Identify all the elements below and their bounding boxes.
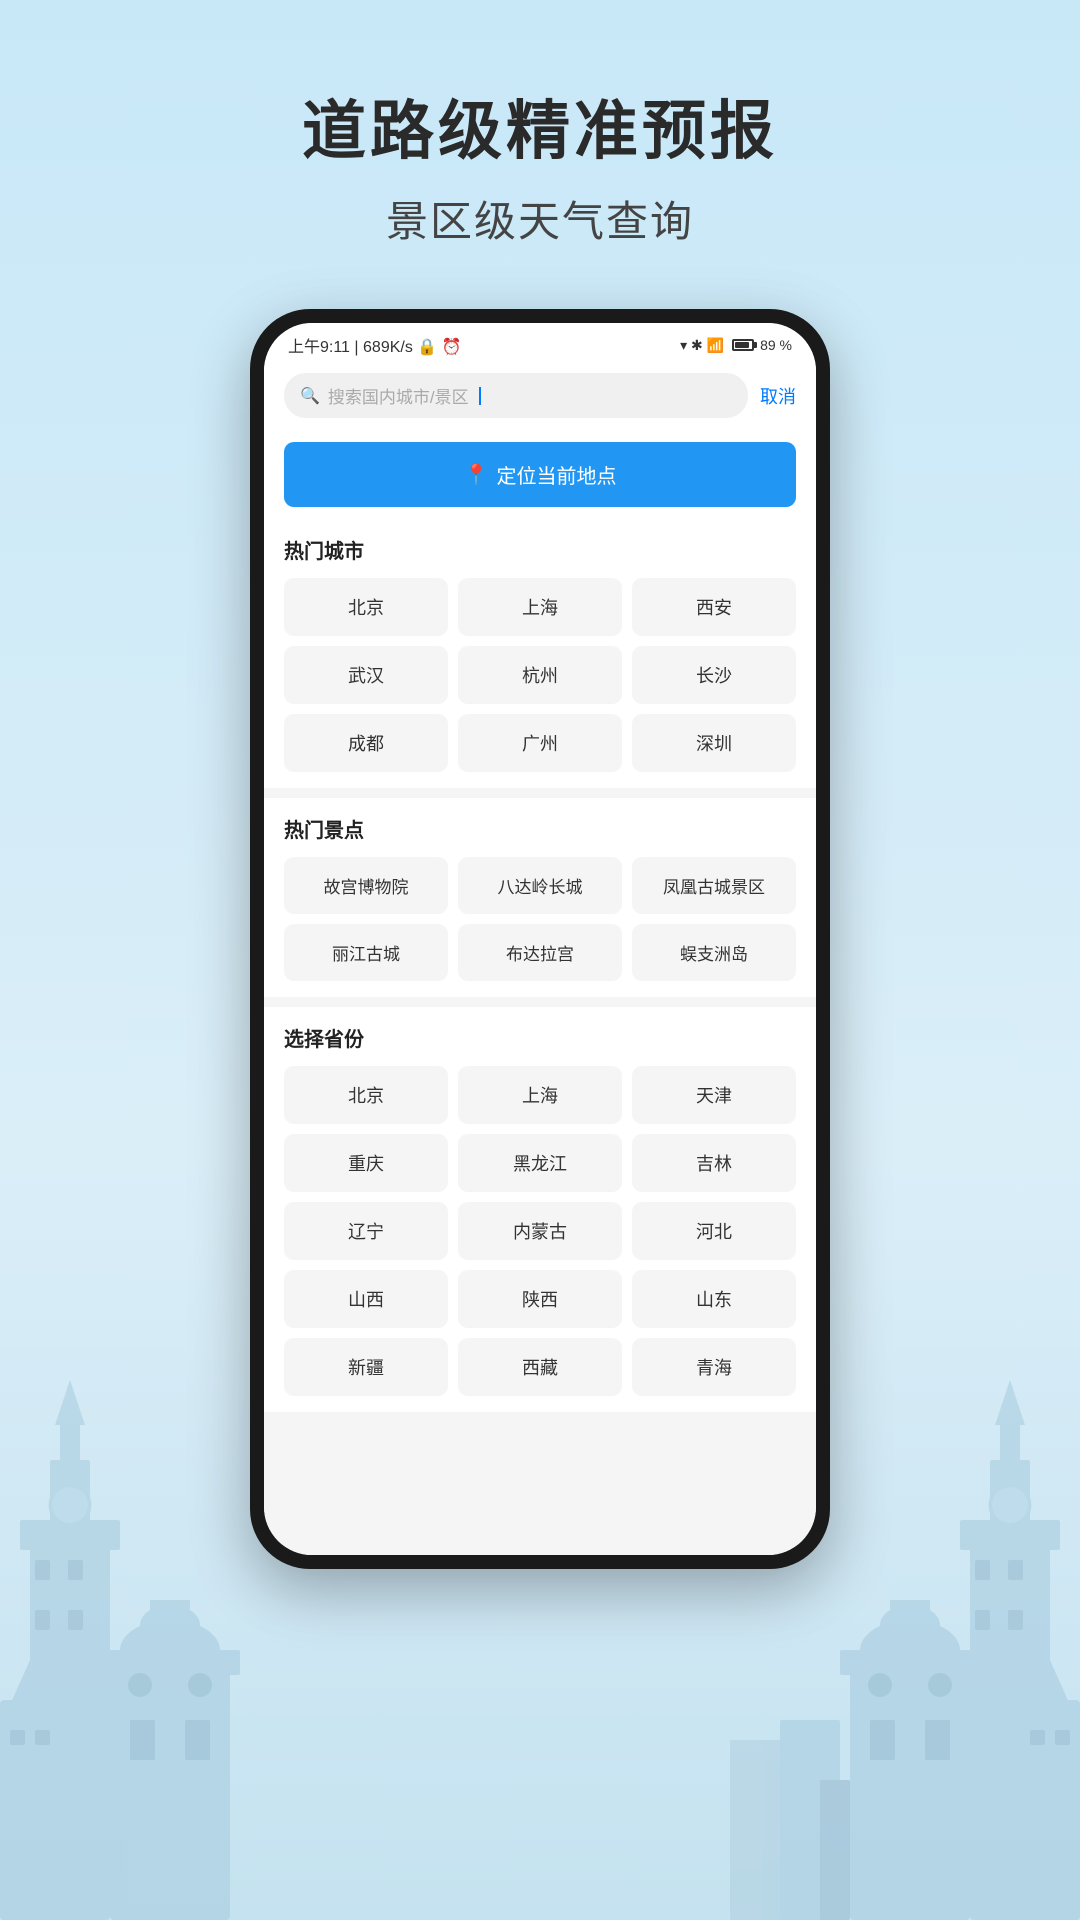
- scroll-content[interactable]: 热门城市 北京上海西安武汉杭州长沙成都广州深圳 热门景点 故宫博物院八达岭长城凤…: [264, 519, 816, 1555]
- province-item[interactable]: 北京: [284, 1066, 448, 1124]
- status-bar: 上午9:11 | 689K/s 🔒 ⏰ ▾ ✱ 📶 89 %: [264, 323, 816, 365]
- battery-icon: [732, 339, 754, 351]
- phone-screen: 上午9:11 | 689K/s 🔒 ⏰ ▾ ✱ 📶 89 % 🔍 搜索国内城市/…: [264, 323, 816, 1555]
- hot-scenic-section: 热门景点 故宫博物院八达岭长城凤凰古城景区丽江古城布达拉宫蜈支洲岛: [264, 798, 816, 997]
- search-input-wrapper[interactable]: 🔍 搜索国内城市/景区: [284, 373, 748, 418]
- province-item[interactable]: 青海: [632, 1338, 796, 1396]
- province-item[interactable]: 河北: [632, 1202, 796, 1260]
- province-item[interactable]: 山西: [284, 1270, 448, 1328]
- provinces-grid: 北京上海天津重庆黑龙江吉林辽宁内蒙古河北山西陕西山东新疆西藏青海: [284, 1066, 796, 1396]
- phone-mockup: 上午9:11 | 689K/s 🔒 ⏰ ▾ ✱ 📶 89 % 🔍 搜索国内城市/…: [0, 309, 1080, 1569]
- hot-city-item[interactable]: 深圳: [632, 714, 796, 772]
- province-item[interactable]: 黑龙江: [458, 1134, 622, 1192]
- hot-city-item[interactable]: 成都: [284, 714, 448, 772]
- header-section: 道路级精准预报 景区级天气查询: [0, 0, 1080, 289]
- province-item[interactable]: 新疆: [284, 1338, 448, 1396]
- hot-scenic-item[interactable]: 布达拉宫: [458, 924, 622, 981]
- hot-city-item[interactable]: 长沙: [632, 646, 796, 704]
- hot-cities-section: 热门城市 北京上海西安武汉杭州长沙成都广州深圳: [264, 519, 816, 788]
- province-item[interactable]: 山东: [632, 1270, 796, 1328]
- hot-city-item[interactable]: 杭州: [458, 646, 622, 704]
- province-item[interactable]: 陕西: [458, 1270, 622, 1328]
- main-title: 道路级精准预报: [0, 80, 1080, 172]
- hot-cities-title: 热门城市: [284, 535, 796, 564]
- locate-label: 定位当前地点: [496, 460, 616, 489]
- hot-city-item[interactable]: 上海: [458, 578, 622, 636]
- province-item[interactable]: 天津: [632, 1066, 796, 1124]
- province-item[interactable]: 上海: [458, 1066, 622, 1124]
- hot-city-item[interactable]: 广州: [458, 714, 622, 772]
- hot-scenic-item[interactable]: 故宫博物院: [284, 857, 448, 914]
- search-cursor: [479, 387, 481, 405]
- search-icon: 🔍: [300, 386, 320, 406]
- hot-scenic-item[interactable]: 凤凰古城景区: [632, 857, 796, 914]
- hot-scenic-item[interactable]: 丽江古城: [284, 924, 448, 981]
- hot-scenic-grid: 故宫博物院八达岭长城凤凰古城景区丽江古城布达拉宫蜈支洲岛: [284, 857, 796, 981]
- provinces-section: 选择省份 北京上海天津重庆黑龙江吉林辽宁内蒙古河北山西陕西山东新疆西藏青海: [264, 1007, 816, 1412]
- search-placeholder: 搜索国内城市/景区: [328, 383, 469, 408]
- provinces-title: 选择省份: [284, 1023, 796, 1052]
- search-section: 🔍 搜索国内城市/景区 取消: [264, 365, 816, 430]
- sub-title: 景区级天气查询: [0, 188, 1080, 249]
- hot-scenic-title: 热门景点: [284, 814, 796, 843]
- cancel-button[interactable]: 取消: [760, 383, 796, 409]
- status-time: 上午9:11 | 689K/s 🔒 ⏰: [288, 333, 462, 357]
- phone-frame: 上午9:11 | 689K/s 🔒 ⏰ ▾ ✱ 📶 89 % 🔍 搜索国内城市/…: [250, 309, 830, 1569]
- province-item[interactable]: 吉林: [632, 1134, 796, 1192]
- hot-city-item[interactable]: 武汉: [284, 646, 448, 704]
- province-item[interactable]: 内蒙古: [458, 1202, 622, 1260]
- locate-section: 📍 定位当前地点: [264, 430, 816, 519]
- province-item[interactable]: 重庆: [284, 1134, 448, 1192]
- hot-scenic-item[interactable]: 蜈支洲岛: [632, 924, 796, 981]
- hot-city-item[interactable]: 北京: [284, 578, 448, 636]
- hot-cities-grid: 北京上海西安武汉杭州长沙成都广州深圳: [284, 578, 796, 772]
- battery-percent: 89 %: [760, 337, 792, 353]
- locate-pin-icon: 📍: [464, 462, 489, 487]
- hot-city-item[interactable]: 西安: [632, 578, 796, 636]
- status-icons: ▾ ✱ 📶 89 %: [680, 337, 792, 354]
- province-item[interactable]: 西藏: [458, 1338, 622, 1396]
- province-item[interactable]: 辽宁: [284, 1202, 448, 1260]
- locate-button[interactable]: 📍 定位当前地点: [284, 442, 796, 507]
- hot-scenic-item[interactable]: 八达岭长城: [458, 857, 622, 914]
